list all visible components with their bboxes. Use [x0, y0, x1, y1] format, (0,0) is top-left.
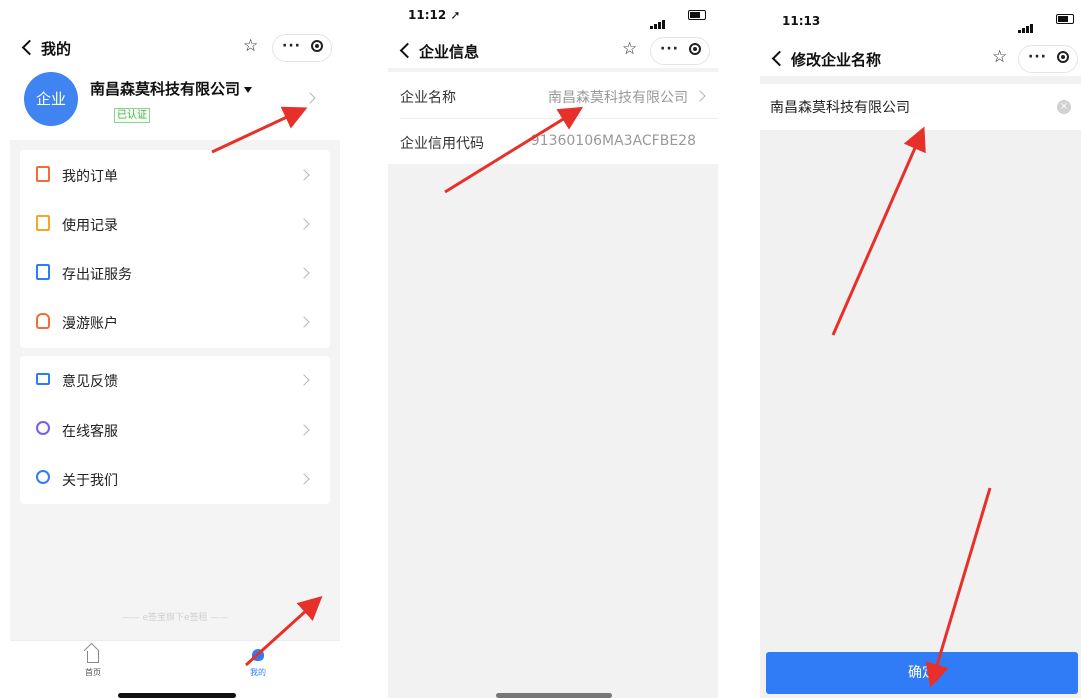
status-bar: 11:13: [760, 0, 1081, 40]
company-name-input[interactable]: 南昌森莫科技有限公司 ×: [760, 84, 1081, 130]
mini-program-capsule: ···: [650, 37, 710, 65]
more-icon[interactable]: ···: [660, 41, 679, 57]
chevron-right-icon: [298, 169, 310, 181]
mail-icon: [36, 373, 50, 385]
enterprise-info-list: 企业名称 南昌森莫科技有限公司 企业信用代码 91360106MA3ACFBE2…: [388, 72, 718, 164]
money-bag-icon: [36, 313, 50, 329]
chevron-right-icon[interactable]: [304, 92, 316, 104]
tab-home[interactable]: 首页: [73, 649, 113, 678]
status-time: 11:12 ➚: [408, 8, 461, 22]
record-icon: [36, 215, 50, 231]
nav-bar: 我的 ☆ ···: [10, 0, 340, 62]
status-time: 11:13: [782, 14, 821, 28]
avatar: 企业: [24, 72, 78, 126]
tab-label: 首页: [85, 668, 101, 677]
close-target-icon[interactable]: [689, 43, 701, 55]
back-button[interactable]: 我的: [21, 38, 72, 59]
mini-program-capsule: ···: [1018, 45, 1078, 73]
chevron-left-icon: [21, 39, 38, 56]
menu-card-secondary: 意见反馈 在线客服 关于我们: [20, 356, 330, 504]
info-row-credit-code: 企业信用代码 91360106MA3ACFBE28: [388, 118, 718, 164]
menu-item-label: 漫游账户: [62, 316, 118, 332]
person-icon: [252, 649, 264, 661]
nav-title: 修改企业名称: [791, 51, 882, 69]
caret-down-icon: [244, 86, 253, 93]
tab-bar: 首页 我的: [10, 640, 340, 698]
back-button[interactable]: 企业信息: [399, 41, 480, 62]
tab-mine[interactable]: 我的: [238, 649, 278, 678]
profile-header: 我的 ☆ ··· 企业 南昌森莫科技有限公司 已认证: [10, 0, 340, 140]
headset-icon: [36, 421, 50, 435]
star-icon[interactable]: ☆: [622, 39, 637, 59]
nav-title: 企业信息: [419, 43, 480, 61]
edit-company-name-screen: 11:13 修改企业名称 ☆ ··· 南昌森莫科技有限公司 × 确定: [760, 0, 1081, 698]
info-key: 企业信用代码: [400, 136, 484, 152]
menu-card-primary: 我的订单 使用记录 存出证服务 漫游账户: [20, 150, 330, 348]
verified-badge: 已认证: [114, 108, 150, 123]
chevron-right-icon: [298, 218, 310, 230]
menu-item-label: 在线客服: [62, 424, 118, 440]
order-icon: [36, 166, 50, 182]
battery-icon: [688, 10, 706, 20]
home-icon: [87, 651, 99, 663]
menu-item-label: 存出证服务: [62, 267, 132, 283]
chevron-right-icon: [298, 374, 310, 386]
close-target-icon[interactable]: [311, 40, 323, 52]
chevron-right-icon: [298, 424, 310, 436]
star-icon[interactable]: ☆: [243, 36, 258, 56]
company-name-text: 南昌森莫科技有限公司: [90, 80, 241, 98]
chevron-right-icon: [298, 316, 310, 328]
company-name[interactable]: 南昌森莫科技有限公司: [90, 78, 253, 99]
info-key: 企业名称: [400, 90, 456, 106]
status-bar: 11:12 ➚: [388, 0, 718, 34]
enterprise-info-screen: 11:12 ➚ 企业信息 ☆ ··· 企业名称 南昌森莫科技有限公司 企业信用代…: [388, 0, 718, 698]
close-target-icon[interactable]: [1057, 51, 1069, 63]
tab-label: 我的: [250, 668, 266, 677]
menu-item-label: 意见反馈: [62, 374, 118, 390]
nav-bar: 修改企业名称 ☆ ···: [760, 40, 1081, 76]
company-name-field-value[interactable]: 南昌森莫科技有限公司: [770, 97, 910, 117]
chevron-right-icon: [298, 267, 310, 279]
home-indicator: [118, 693, 236, 698]
menu-item-roaming-account[interactable]: 漫游账户: [20, 298, 330, 346]
mini-program-capsule: ···: [272, 34, 332, 62]
certificate-icon: [36, 264, 50, 280]
footer-note: —— e签宝旗下e签租 ——: [121, 613, 229, 623]
chevron-right-icon: [694, 90, 706, 102]
more-icon[interactable]: ···: [282, 38, 301, 54]
menu-item-orders[interactable]: 我的订单: [20, 151, 330, 199]
chevron-left-icon: [771, 50, 788, 67]
signal-icon: [650, 10, 666, 29]
star-icon[interactable]: ☆: [992, 47, 1007, 67]
mine-page-screen: 我的 ☆ ··· 企业 南昌森莫科技有限公司 已认证 我的订单 使用记录 存出证…: [10, 0, 340, 698]
chevron-left-icon: [399, 42, 416, 59]
home-indicator: [496, 693, 612, 698]
info-row-company-name[interactable]: 企业名称 南昌森莫科技有限公司: [388, 72, 718, 119]
menu-item-certificate-service[interactable]: 存出证服务: [20, 249, 330, 297]
info-value: 南昌森莫科技有限公司: [548, 90, 688, 106]
signal-icon: [1018, 14, 1034, 33]
menu-item-feedback[interactable]: 意见反馈: [20, 356, 330, 404]
nav-title: 我的: [41, 40, 72, 58]
menu-item-about-us[interactable]: 关于我们: [20, 455, 330, 503]
confirm-button[interactable]: 确定: [766, 652, 1078, 694]
chevron-right-icon: [298, 473, 310, 485]
more-icon[interactable]: ···: [1028, 49, 1047, 65]
menu-item-label: 关于我们: [62, 473, 118, 489]
menu-item-online-service[interactable]: 在线客服: [20, 406, 330, 454]
clear-icon[interactable]: ×: [1057, 100, 1071, 114]
footer-note-text: e签宝旗下e签租: [142, 613, 208, 623]
back-button[interactable]: 修改企业名称: [771, 49, 882, 70]
menu-item-label: 我的订单: [62, 169, 118, 185]
battery-icon: [1056, 14, 1074, 24]
info-value: 91360106MA3ACFBE28: [530, 133, 696, 149]
menu-item-usage-records[interactable]: 使用记录: [20, 200, 330, 248]
nav-bar: 企业信息 ☆ ···: [388, 34, 718, 68]
menu-item-label: 使用记录: [62, 218, 118, 234]
info-icon: [36, 470, 50, 484]
